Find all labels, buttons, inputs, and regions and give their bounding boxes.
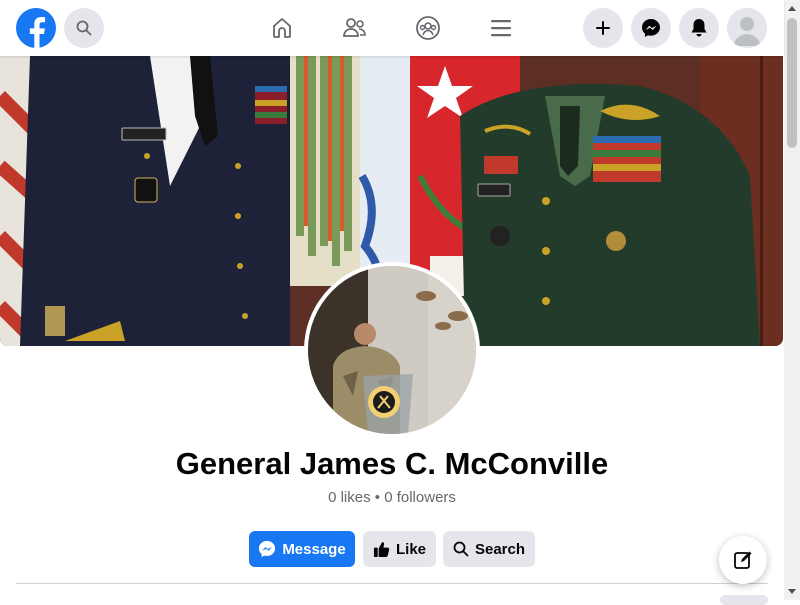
profile-picture[interactable]	[304, 262, 480, 438]
like-button-label: Like	[395, 540, 426, 558]
home-icon	[273, 18, 291, 38]
default-avatar-icon	[727, 8, 767, 48]
nav-friends-button[interactable]	[339, 12, 371, 44]
messenger-icon	[259, 540, 276, 558]
like-button[interactable]: Like	[363, 531, 436, 567]
messenger-button[interactable]	[631, 8, 671, 48]
compose-icon	[734, 551, 752, 569]
search-icon	[76, 20, 92, 36]
thumbs-up-icon	[373, 541, 390, 557]
message-button[interactable]: Message	[249, 531, 355, 567]
new-message-button[interactable]	[719, 536, 767, 584]
nav-groups-button[interactable]	[412, 12, 444, 44]
nav-menu-button[interactable]	[485, 12, 517, 44]
search-page-button[interactable]: Search	[443, 531, 535, 567]
facebook-logo-icon[interactable]	[16, 8, 56, 48]
create-button[interactable]	[583, 8, 623, 48]
more-options-button[interactable]	[720, 595, 768, 605]
account-avatar[interactable]	[727, 8, 767, 48]
scrollbar-thumb[interactable]	[787, 18, 797, 148]
likes-count: 0 likes	[328, 489, 371, 506]
scroll-up-arrow-icon[interactable]	[784, 0, 800, 16]
top-navigation-bar	[0, 0, 784, 56]
groups-icon	[416, 16, 440, 40]
profile-picture-image	[308, 266, 476, 434]
section-divider	[16, 583, 768, 584]
search-button-label: Search	[474, 540, 526, 558]
nav-home-button[interactable]	[266, 12, 298, 44]
page-scrollbar[interactable]	[784, 0, 800, 600]
message-button-label: Message	[282, 540, 346, 558]
bell-icon	[691, 19, 707, 37]
profile-stats: 0 likes • 0 followers	[0, 489, 784, 506]
messenger-icon	[642, 19, 660, 37]
notifications-button[interactable]	[679, 8, 719, 48]
search-button[interactable]	[64, 8, 104, 48]
stats-separator: •	[370, 489, 385, 506]
plus-icon	[596, 21, 610, 35]
profile-name: General James C. McConville	[175, 446, 609, 481]
friends-icon	[343, 18, 366, 37]
followers-count: 0 followers	[384, 489, 456, 506]
scroll-down-arrow-icon[interactable]	[784, 584, 800, 600]
search-icon	[453, 541, 469, 557]
menu-icon	[491, 20, 511, 37]
